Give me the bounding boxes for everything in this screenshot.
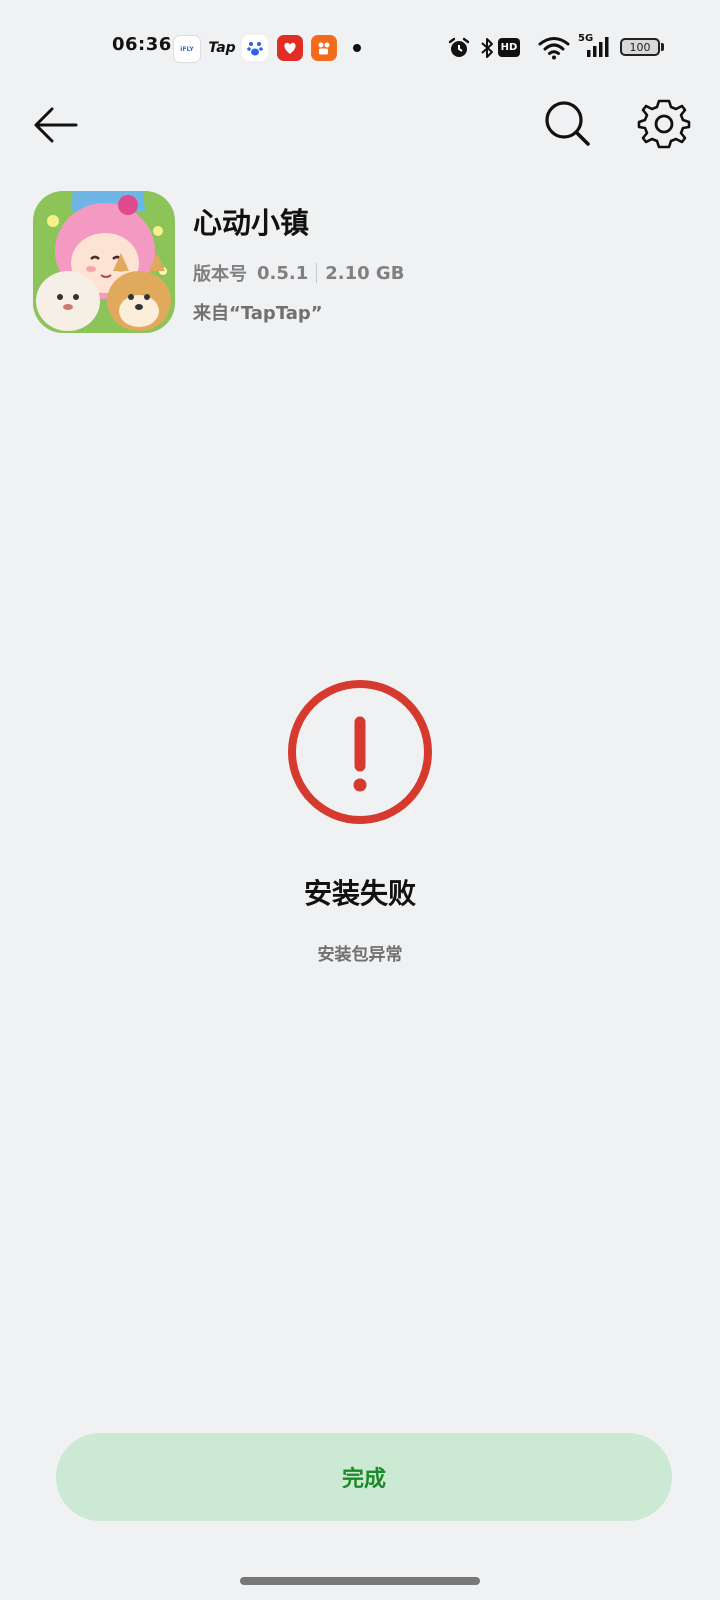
search-icon bbox=[545, 101, 590, 146]
app-source: 来自“TapTap” bbox=[193, 303, 323, 324]
network-type-label: 5G bbox=[578, 33, 594, 44]
back-arrow-icon bbox=[34, 107, 78, 143]
meta-divider bbox=[316, 263, 318, 283]
more-notifications-dot bbox=[353, 44, 361, 52]
app-name: 心动小镇 bbox=[193, 206, 310, 240]
app-size: 2.10 GB bbox=[325, 262, 405, 284]
error-alert-icon bbox=[286, 678, 434, 826]
alarm-icon bbox=[448, 37, 470, 57]
ifly-icon: iFLY bbox=[173, 35, 201, 63]
tap-icon: Tap bbox=[208, 40, 236, 56]
done-button[interactable]: 完成 bbox=[56, 1433, 672, 1521]
hd-voice-icon: HD bbox=[498, 38, 520, 57]
bluetooth-icon bbox=[481, 38, 493, 58]
back-button[interactable] bbox=[30, 98, 84, 152]
app-meta: 版本号 0.5.1 2.10 GB bbox=[193, 260, 404, 286]
version-value: 0.5.1 bbox=[257, 262, 309, 284]
status-bar: 06:36 iFLY Tap 5G HD 100 bbox=[0, 0, 720, 95]
status-time: 06:36 bbox=[112, 34, 172, 55]
search-button[interactable] bbox=[540, 96, 596, 152]
gear-icon bbox=[637, 99, 691, 149]
pinduoduo-icon bbox=[277, 35, 303, 61]
battery-icon: 100 bbox=[620, 38, 660, 56]
app-icon bbox=[33, 191, 175, 333]
wifi-icon bbox=[538, 37, 570, 60]
install-failed-reason: 安装包异常 bbox=[317, 945, 403, 965]
battery-tip bbox=[661, 43, 664, 51]
settings-button[interactable] bbox=[636, 96, 692, 152]
battery-level: 100 bbox=[629, 40, 651, 54]
version-label: 版本号 bbox=[193, 264, 247, 285]
home-indicator[interactable] bbox=[240, 1577, 480, 1585]
baidu-icon bbox=[242, 35, 268, 61]
install-failed-title: 安装失败 bbox=[303, 877, 416, 910]
kuaishou-icon bbox=[311, 35, 337, 61]
